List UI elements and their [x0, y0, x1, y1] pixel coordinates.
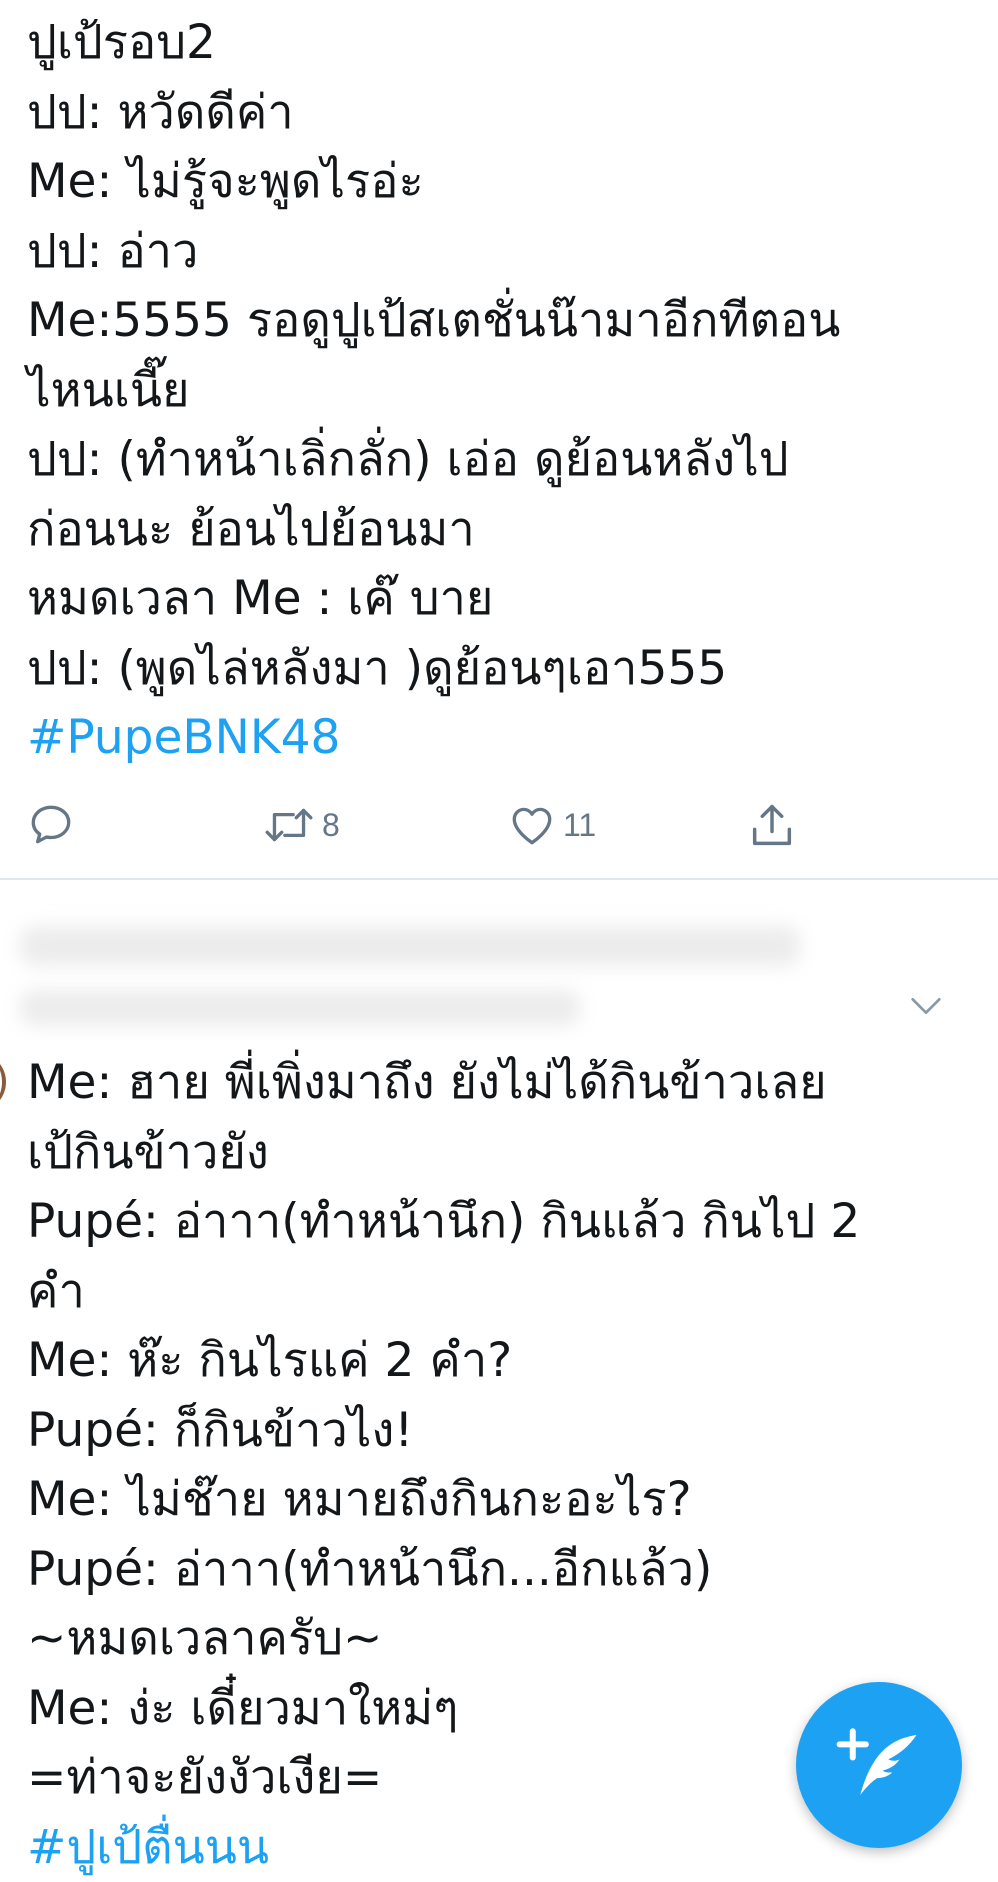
- tweet-2-line: Me: ไม่ช๊าย หมายถึงกินกะอะไร?: [27, 1465, 860, 1535]
- share-icon: [746, 799, 798, 851]
- tweet-2-line: Me: ฮาย พี่เพิ่งมาถึง ยังไม่ได้กินข้าวเล…: [27, 1048, 860, 1118]
- tweet-2-line: Me: ง่ะ เดี๋ยวมาใหม่ๆ: [27, 1674, 860, 1744]
- blurred-handle-line: [20, 990, 580, 1026]
- tweet-2-line: เป้กินข้าวยัง: [27, 1118, 860, 1188]
- tweet-1-line: ปูเป้รอบ2: [27, 8, 840, 78]
- tweet-2-line: Pupé: อ่าาา(ทำหน้านึก...อีกแล้ว): [27, 1535, 860, 1605]
- heart-icon: [507, 800, 557, 850]
- compose-tweet-icon: [834, 1720, 924, 1810]
- tweet-2-blurred-header: [0, 880, 998, 1040]
- reply-icon: [26, 800, 76, 850]
- chevron-down-icon[interactable]: [906, 986, 946, 1026]
- tweet-1-line: ปป: (พูดไล่หลังมา )ดูย้อนๆเอา555: [27, 634, 840, 704]
- retweet-count: 8: [322, 807, 340, 844]
- tweet-2-body: Me: ฮาย พี่เพิ่งมาถึง ยังไม่ได้กินข้าวเล…: [27, 1048, 860, 1882]
- retweet-icon: [262, 800, 316, 850]
- tweet-1-action-bar: 8 11: [0, 795, 998, 855]
- retweet-button[interactable]: 8: [262, 795, 340, 855]
- tweet-1-hashtag-link[interactable]: #PupeBNK48: [27, 703, 840, 773]
- compose-tweet-button[interactable]: [796, 1682, 962, 1848]
- like-count: 11: [563, 807, 596, 844]
- tweet-1-line: ไหนเนี๊ย: [27, 356, 840, 426]
- blurred-author-line: [20, 926, 800, 966]
- like-button[interactable]: 11: [507, 795, 596, 855]
- tweet-1-line: ปป: อ่าว: [27, 217, 840, 287]
- tweet-1-body: ปูเป้รอบ2 ปป: หวัดดีค่า Me: ไม่รู้จะพูดไ…: [27, 8, 840, 773]
- tweet-1-line: ปป: หวัดดีค่า: [27, 78, 840, 148]
- share-button[interactable]: [746, 795, 798, 855]
- tweet-2-line: คำ: [27, 1257, 860, 1327]
- tweet-1-line: ปป: (ทำหน้าเลิ่กลั่ก) เอ่อ ดูย้อนหลังไป: [27, 425, 840, 495]
- tweet-2-line: Me: ห๊ะ กินไรแค่ 2 คำ?: [27, 1326, 860, 1396]
- tweet-2-line: =ท่าจะยังงัวเงีย=: [27, 1743, 860, 1813]
- tweet-1-line: หมดเวลา Me : เค๊ บาย: [27, 564, 840, 634]
- avatar[interactable]: [0, 1052, 6, 1112]
- tweet-2-line: ~หมดเวลาครับ~: [27, 1604, 860, 1674]
- tweet-2-line: Pupé: อ่าาา(ทำหน้านึก) กินแล้ว กินไป 2: [27, 1187, 860, 1257]
- tweet-2-hashtag-link[interactable]: #ปูเป้ตื่นนน: [27, 1813, 860, 1882]
- tweet-1-line: ก่อนนะ ย้อนไปย้อนมา: [27, 495, 840, 565]
- tweet-2-line: Pupé: ก็กินข้าวไง!: [27, 1396, 860, 1466]
- tweet-1-line: Me: ไม่รู้จะพูดไรอ่ะ: [27, 147, 840, 217]
- reply-button[interactable]: [26, 795, 76, 855]
- tweet-1-line: Me:5555 รอดูปูเป้สเตชั่นน๊ามาอีกทีตอน: [27, 286, 840, 356]
